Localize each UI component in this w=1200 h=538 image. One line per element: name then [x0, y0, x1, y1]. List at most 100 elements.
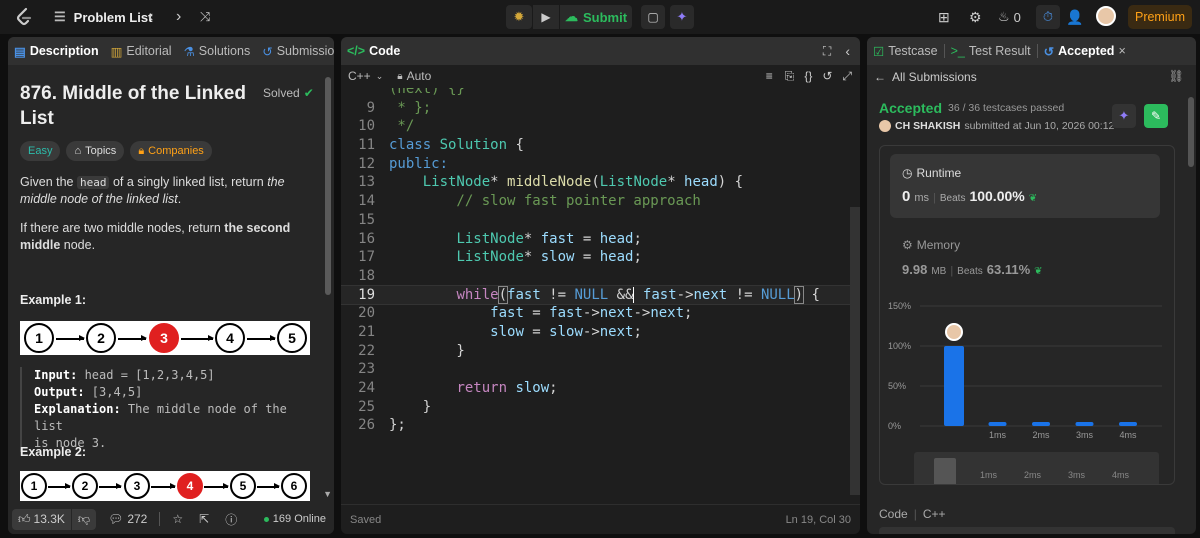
- all-submissions-link[interactable]: ← All Submissions: [874, 70, 977, 84]
- user-avatar[interactable]: [1096, 6, 1116, 26]
- share-icon[interactable]: ⇱: [199, 512, 209, 526]
- code-text: }: [389, 398, 432, 415]
- tab-editorial[interactable]: ▥ Editorial: [105, 37, 178, 65]
- slider-tick-label: 1ms: [980, 470, 998, 480]
- line-number: [341, 88, 389, 99]
- chart-bar[interactable]: [1119, 422, 1137, 426]
- settings-gear-icon[interactable]: ⚙: [969, 9, 982, 26]
- node-arrow: [151, 483, 176, 489]
- line-number: 12: [358, 155, 375, 172]
- language-select[interactable]: C++ ⌄: [348, 69, 383, 83]
- chart-range-slider[interactable]: 1ms 2ms 3ms 4ms: [914, 452, 1159, 484]
- dislike-button[interactable]: 👎︎: [71, 508, 97, 530]
- close-icon[interactable]: ×: [1118, 44, 1125, 58]
- submitter-avatar: [879, 120, 891, 132]
- mode-select[interactable]: 🔒︎ Auto: [397, 69, 431, 83]
- chart-bar[interactable]: [988, 422, 1007, 426]
- x-tick-label: 2ms: [1032, 430, 1050, 440]
- notes-button[interactable]: ▢: [641, 5, 665, 29]
- reset-icon[interactable]: ↺: [822, 69, 832, 83]
- code-editor[interactable]: (next) {} 9 * }; 10 */ 11 class Solution …: [341, 88, 851, 488]
- leetcode-logo-icon[interactable]: [14, 7, 34, 27]
- code-line: 21 slow = slow->next;: [341, 323, 851, 342]
- tab-test-result[interactable]: >_ Test Result: [945, 37, 1037, 65]
- help-icon[interactable]: ⓘ: [225, 511, 237, 528]
- editor-scrollbar[interactable]: [850, 207, 860, 495]
- solved-status: Solved ✔: [263, 86, 314, 100]
- problem-list-button[interactable]: ☰ Problem List: [54, 9, 152, 25]
- layout-grid-icon[interactable]: ⊞: [938, 9, 950, 26]
- problem-description: Given the head of a singly linked list, …: [20, 174, 305, 254]
- clock-icon: ◷: [902, 166, 913, 180]
- mode-value: Auto: [406, 69, 432, 83]
- expand-icon[interactable]: ⤢: [842, 69, 852, 84]
- collapse-chevron-icon[interactable]: ‹: [845, 43, 850, 59]
- premium-button[interactable]: Premium: [1128, 5, 1192, 29]
- description-panel: ▤ Description ▥ Editorial ⚗ Solutions ↺ Subm…: [8, 37, 334, 534]
- topics-label: Topics: [85, 145, 117, 157]
- timer-button[interactable]: ⏱: [1036, 5, 1060, 29]
- tab-testcase[interactable]: ☑ Testcase: [867, 37, 944, 65]
- chart-bar[interactable]: [944, 346, 964, 426]
- star-icon[interactable]: ☆: [172, 512, 183, 526]
- tab-testcase-label: Testcase: [888, 44, 938, 58]
- result-scrollbar[interactable]: [1188, 97, 1194, 167]
- code-line: 11 class Solution {: [341, 136, 851, 155]
- scroll-down-arrow-icon[interactable]: ▼: [323, 489, 332, 499]
- like-button[interactable]: 👍︎ 13.3K: [12, 508, 71, 530]
- format-icon[interactable]: ≡: [766, 69, 773, 83]
- text: If there are two middle nodes, return: [20, 221, 225, 235]
- topics-button[interactable]: ⌂ Topics: [66, 141, 125, 161]
- tab-accepted[interactable]: ↺ Accepted ×: [1038, 37, 1132, 65]
- checkbox-icon: ☑: [873, 44, 885, 59]
- book-icon: ▥: [110, 44, 123, 59]
- fire-coins[interactable]: ♨ 0: [998, 9, 1021, 25]
- line-number: 13: [358, 174, 375, 191]
- runtime-card[interactable]: ◷ Runtime 0 ms | Beats 100.00% ❦: [890, 154, 1160, 218]
- line-number: 18: [358, 267, 375, 284]
- edit-solution-button[interactable]: ✎: [1144, 104, 1168, 128]
- run-button[interactable]: ▶: [533, 5, 559, 29]
- runtime-distribution-chart: 150% 100% 50% 0% 1ms 2ms 3ms 4ms: [888, 301, 1162, 440]
- prev-problem-icon[interactable]: ‹: [148, 8, 153, 26]
- example-input: Input: head = [1,2,3,4,5]: [34, 367, 310, 384]
- code-panel: </> Code ⛶ ‹ C++ ⌄ 🔒︎ Auto ≡ ⎘ {} ↺ ⤢ (next…: [341, 37, 860, 534]
- description-paragraph: If there are two middle nodes, return th…: [20, 220, 305, 254]
- add-friend-icon[interactable]: 👤: [1066, 9, 1083, 26]
- tab-solutions[interactable]: ⚗ Solutions: [178, 37, 257, 65]
- submitter-name[interactable]: CH SHAKISH: [895, 120, 960, 132]
- next-problem-icon[interactable]: ›: [176, 8, 181, 26]
- comment-count: 272: [127, 512, 148, 526]
- comments-button[interactable]: 💬︎ 272: [108, 512, 147, 526]
- link-icon[interactable]: ⛓: [1169, 69, 1184, 83]
- list-node: 4: [215, 323, 245, 353]
- submitted-time: submitted at Jun 10, 2026 00:12: [964, 120, 1115, 132]
- solved-label: Solved: [263, 86, 300, 100]
- chart-bar[interactable]: [1075, 422, 1094, 426]
- y-tick-label: 0%: [888, 421, 901, 431]
- ai-sparkle-button[interactable]: ✦: [670, 5, 694, 29]
- description-scrollbar[interactable]: [325, 77, 331, 295]
- tab-submissions[interactable]: ↺Submissions: [256, 37, 334, 65]
- tab-code[interactable]: </> Code: [341, 37, 406, 65]
- memory-heading: ⚙ Memory: [902, 238, 1162, 252]
- code-line: (next) {}: [341, 88, 851, 99]
- shuffle-icon[interactable]: ⤨: [200, 9, 210, 25]
- memory-section[interactable]: ⚙ Memory 9.98 MB | Beats 63.11% ❦: [902, 238, 1162, 288]
- input-label: Input:: [34, 368, 78, 382]
- braces-icon[interactable]: {}: [804, 69, 812, 83]
- maximize-icon[interactable]: ⛶: [823, 44, 831, 59]
- submit-button[interactable]: ☁ Submit: [560, 5, 632, 29]
- example-explanation: Explanation: The middle node of the list: [34, 401, 310, 435]
- problem-list-label: Problem List: [73, 9, 153, 25]
- companies-button[interactable]: 🔒︎ Companies: [130, 141, 212, 161]
- x-tick-label: 1ms: [989, 430, 1007, 440]
- debug-button[interactable]: ✹: [506, 5, 532, 29]
- analyze-button[interactable]: ✦: [1112, 104, 1136, 128]
- chart-bar[interactable]: [1032, 422, 1050, 426]
- description-paragraph: Given the head of a singly linked list, …: [20, 175, 285, 206]
- bookmark-icon[interactable]: ⎘: [785, 69, 795, 84]
- tab-description[interactable]: ▤ Description: [8, 37, 105, 65]
- difficulty-badge[interactable]: Easy: [20, 141, 61, 161]
- slider-tick-label: 3ms: [1068, 470, 1086, 480]
